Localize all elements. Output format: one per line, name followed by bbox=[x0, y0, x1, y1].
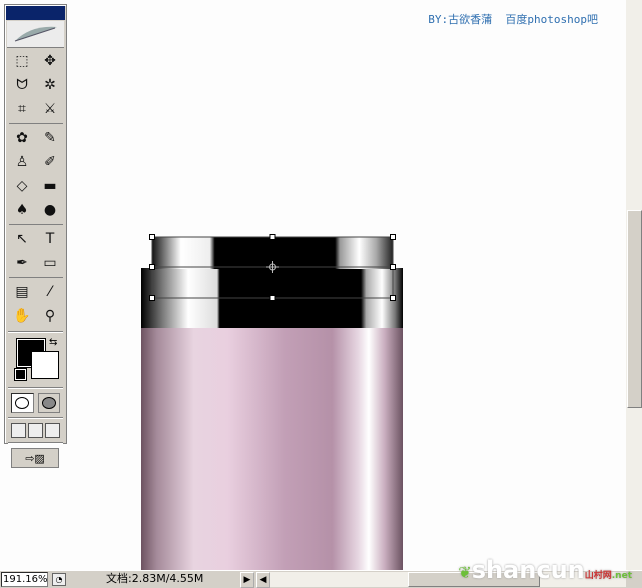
jump-to-imageready-button[interactable]: ⇨▨ bbox=[11, 448, 59, 468]
quick-mask-mode-button[interactable] bbox=[37, 393, 60, 413]
standard-mode-button[interactable] bbox=[11, 393, 34, 413]
status-menu-icon[interactable]: ◔ bbox=[52, 573, 66, 586]
eyedropper-tool-icon[interactable]: ⁄ bbox=[37, 281, 63, 303]
feather-logo-icon[interactable] bbox=[7, 21, 64, 48]
toolbox-titlebar[interactable] bbox=[6, 6, 65, 20]
notes-tool-icon[interactable]: ▤ bbox=[9, 281, 35, 303]
dodge-tool-icon[interactable]: ● bbox=[37, 199, 63, 221]
eraser-tool-icon[interactable]: ◇ bbox=[9, 175, 35, 197]
crop-tool-icon[interactable]: ⌗ bbox=[9, 98, 35, 120]
zoom-field[interactable]: 191.16% bbox=[1, 572, 48, 587]
blur-tool-icon[interactable]: ♠ bbox=[9, 199, 35, 221]
background-color-swatch[interactable] bbox=[31, 351, 59, 379]
swap-colors-icon[interactable]: ⇆ bbox=[49, 337, 57, 348]
brush-tool-icon[interactable]: ✎ bbox=[37, 127, 63, 149]
type-tool-icon[interactable]: T bbox=[37, 228, 63, 250]
pen-tool-icon[interactable]: ✒ bbox=[9, 252, 35, 274]
vertical-scrollbar[interactable] bbox=[626, 0, 642, 570]
lasso-tool-icon[interactable]: ᗢ bbox=[9, 74, 35, 96]
status-arrow-button[interactable]: ▶ bbox=[240, 572, 254, 588]
vertical-scroll-thumb[interactable] bbox=[627, 210, 642, 408]
scroll-left-button[interactable]: ◀ bbox=[256, 572, 270, 588]
artwork bbox=[141, 234, 403, 570]
shape-tool-icon[interactable]: ▭ bbox=[37, 252, 63, 274]
document-size: 文档:2.83M/4.55M bbox=[106, 572, 204, 585]
watermark: ❦shancun山村网.net bbox=[458, 556, 632, 584]
leaf-icon: ❦ bbox=[458, 563, 472, 582]
move-tool-icon[interactable]: ✥ bbox=[37, 50, 63, 72]
hand-tool-icon[interactable]: ✋ bbox=[9, 305, 35, 327]
color-swatches: ⇆ bbox=[9, 337, 62, 383]
toolbox: ⬚ ✥ ᗢ ✲ ⌗ ⚔ ✿ ✎ ♙ ✐ ◇ ▬ ♠ ● ↖ T ✒ ▭ ▤ ⁄ ✋ ⚲ ⇆ ⇨▨ bbox=[4, 4, 67, 468]
bottle-body bbox=[141, 328, 403, 570]
healing-brush-tool-icon[interactable]: ✿ bbox=[9, 127, 35, 149]
document-canvas[interactable]: BY:古欲香蒲 百度photoshop吧 bbox=[0, 0, 626, 570]
fullscreen-mode-button[interactable] bbox=[45, 423, 60, 438]
slice-tool-icon[interactable]: ⚔ bbox=[37, 98, 63, 120]
standard-screen-mode-button[interactable] bbox=[11, 423, 26, 438]
default-colors-icon[interactable] bbox=[14, 368, 27, 381]
fullscreen-menubar-mode-button[interactable] bbox=[28, 423, 43, 438]
history-brush-tool-icon[interactable]: ✐ bbox=[37, 151, 63, 173]
path-selection-tool-icon[interactable]: ↖ bbox=[9, 228, 35, 250]
magic-wand-tool-icon[interactable]: ✲ bbox=[37, 74, 63, 96]
zoom-tool-icon[interactable]: ⚲ bbox=[37, 305, 63, 327]
tool-grid: ⬚ ✥ ᗢ ✲ ⌗ ⚔ ✿ ✎ ♙ ✐ ◇ ▬ ♠ ● ↖ T ✒ ▭ ▤ ⁄ ✋ ⚲ bbox=[5, 50, 66, 327]
clone-stamp-tool-icon[interactable]: ♙ bbox=[9, 151, 35, 173]
gradient-tool-icon[interactable]: ▬ bbox=[37, 175, 63, 197]
marquee-tool-icon[interactable]: ⬚ bbox=[9, 50, 35, 72]
